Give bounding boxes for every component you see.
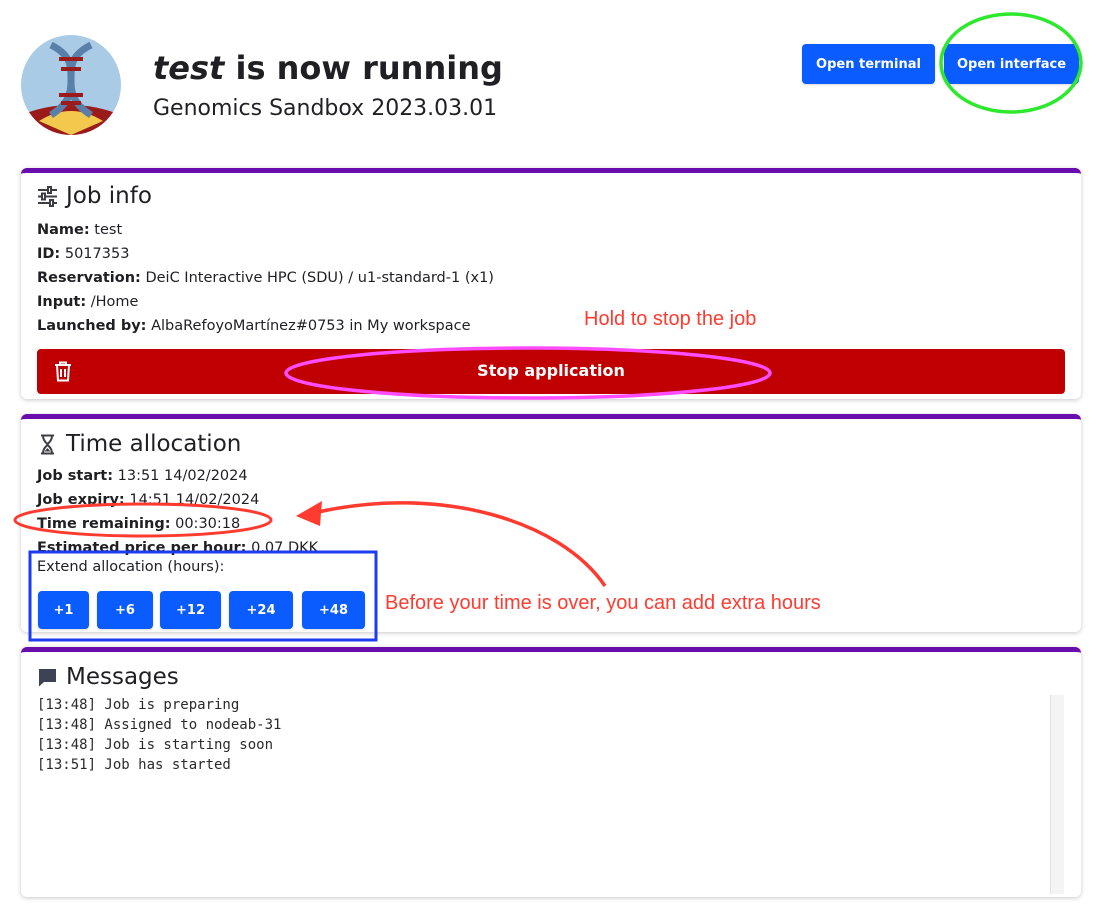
extend-hours-note: Before your time is over, you can add ex…: [385, 592, 821, 614]
message-log-scrollbar[interactable]: [1050, 695, 1064, 894]
job-input-row: Input: /Home: [37, 294, 139, 310]
hold-to-stop-note: Hold to stop the job: [584, 308, 757, 330]
job-id-row: ID: 5017353: [37, 246, 130, 262]
extend-24h-button[interactable]: +24: [229, 591, 293, 629]
open-interface-button[interactable]: Open interface: [944, 44, 1079, 84]
extend-1h-button[interactable]: +1: [38, 591, 89, 629]
job-info-card: Job info Name: test ID: 5017353 Reservat…: [21, 168, 1081, 399]
extend-48h-button[interactable]: +48: [302, 591, 365, 629]
log-line: [13:51] Job has started: [37, 757, 231, 773]
extend-allocation-label: Extend allocation (hours):: [37, 559, 225, 575]
extend-12h-button[interactable]: +12: [160, 591, 221, 629]
time-allocation-title: Time allocation: [66, 431, 242, 457]
page-title: test is now running: [153, 49, 503, 87]
job-info-header: Job info: [37, 183, 152, 209]
job-name-row: Name: test: [37, 222, 123, 238]
messages-title: Messages: [66, 664, 179, 690]
estimated-price-row: Estimated price per hour: 0,07 DKK: [37, 540, 319, 556]
log-line: [13:48] Job is starting soon: [37, 737, 274, 753]
time-remaining-row: Time remaining: 00:30:18: [37, 516, 241, 532]
job-expiry-row: Job expiry: 14:51 14/02/2024: [37, 492, 260, 508]
job-start-row: Job start: 13:51 14/02/2024: [37, 468, 248, 484]
job-info-title: Job info: [66, 183, 152, 209]
messages-header: Messages: [37, 664, 179, 690]
stop-application-label: Stop application: [477, 361, 625, 380]
log-line: [13:48] Assigned to nodeab-31: [37, 717, 282, 733]
sliders-icon: [37, 185, 58, 207]
chat-icon: [37, 667, 58, 688]
dna-app-logo-icon: [21, 35, 121, 135]
job-reservation-row: Reservation: DeiC Interactive HPC (SDU) …: [37, 270, 494, 286]
extend-6h-button[interactable]: +6: [97, 591, 153, 629]
stop-application-button[interactable]: Stop application: [37, 349, 1065, 394]
messages-card: Messages [13:48] Job is preparing [13:48]…: [21, 647, 1081, 897]
hourglass-icon: [37, 434, 58, 455]
job-launched-by-row: Launched by: AlbaRefoyoMartínez#0753 in …: [37, 318, 471, 334]
app-subtitle: Genomics Sandbox 2023.03.01: [153, 96, 498, 121]
log-line: [13:48] Job is preparing: [37, 697, 240, 713]
message-log[interactable]: [13:48] Job is preparing [13:48] Assigned…: [37, 695, 1064, 893]
time-allocation-header: Time allocation: [37, 431, 241, 457]
open-terminal-button[interactable]: Open terminal: [802, 44, 935, 84]
